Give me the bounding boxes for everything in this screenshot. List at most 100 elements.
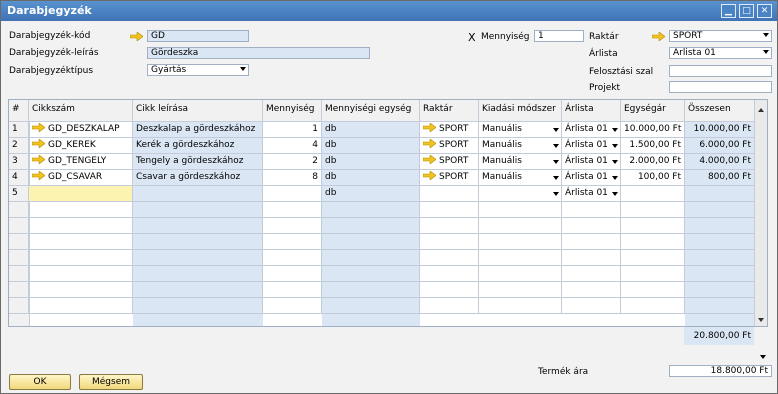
cell-uom[interactable] [322, 202, 420, 218]
minimize-icon[interactable]: ▁ [721, 4, 736, 18]
cell-item[interactable] [29, 186, 133, 202]
cell-total[interactable] [685, 282, 755, 298]
col-header-price[interactable]: Egységár [621, 100, 685, 122]
scroll-down-icon[interactable] [758, 318, 764, 322]
link-arrow-icon[interactable] [422, 154, 437, 165]
col-header-desc[interactable]: Cikk leírása [133, 100, 263, 122]
desc-field[interactable]: Gördeszka [147, 47, 370, 59]
cell-wh[interactable]: SPORT [420, 122, 479, 138]
link-arrow-icon[interactable] [31, 122, 46, 133]
cell-price[interactable] [621, 250, 685, 266]
cell-uom[interactable] [322, 218, 420, 234]
cell-pl[interactable] [562, 298, 621, 314]
col-header-qty[interactable]: Mennyiség [263, 100, 322, 122]
col-header-uom[interactable]: Mennyiségi egység [322, 100, 420, 122]
cell-pl[interactable] [562, 234, 621, 250]
cell-wh[interactable] [420, 266, 479, 282]
cell-total[interactable]: 4.000,00 Ft [685, 154, 755, 170]
cell-uom[interactable]: db [322, 122, 420, 138]
cell-item[interactable] [29, 298, 133, 314]
scroll-up-icon[interactable] [758, 108, 764, 112]
link-arrow-icon[interactable] [31, 138, 46, 149]
cell-method[interactable] [479, 234, 562, 250]
cell-item[interactable] [29, 250, 133, 266]
cell-item[interactable] [29, 234, 133, 250]
qty-field[interactable]: 1 [534, 30, 584, 42]
ok-button[interactable]: OK [9, 374, 71, 390]
cell-desc[interactable]: Kerék a gördeszkához [133, 138, 263, 154]
cell-uom[interactable] [322, 234, 420, 250]
cell-desc[interactable] [133, 266, 263, 282]
cell-price[interactable] [621, 266, 685, 282]
cell-pl[interactable]: Árlista 01 [562, 170, 621, 186]
cell-uom[interactable]: db [322, 170, 420, 186]
cell-qty[interactable] [263, 186, 322, 202]
cell-desc[interactable] [133, 234, 263, 250]
cell-item[interactable]: GD_KEREK [29, 138, 133, 154]
cell-desc[interactable]: Tengely a gördeszkához [133, 154, 263, 170]
cell-qty[interactable]: 4 [263, 138, 322, 154]
cell-wh[interactable]: SPORT [420, 170, 479, 186]
cell-desc[interactable]: Deszkalap a gördeszkához [133, 122, 263, 138]
cell-desc[interactable] [133, 282, 263, 298]
cell-item[interactable]: GD_TENGELY [29, 154, 133, 170]
cell-total[interactable] [685, 266, 755, 282]
cell-qty[interactable] [263, 298, 322, 314]
cell-method[interactable] [479, 282, 562, 298]
chevron-down-icon[interactable] [553, 144, 559, 148]
cell-price[interactable]: 100,00 Ft [621, 170, 685, 186]
cell-method[interactable] [479, 202, 562, 218]
cell-uom[interactable]: db [322, 186, 420, 202]
cell-uom[interactable] [322, 266, 420, 282]
cell-qty[interactable] [263, 234, 322, 250]
cell-method[interactable] [479, 266, 562, 282]
cell-total[interactable] [685, 202, 755, 218]
cell-uom[interactable]: db [322, 138, 420, 154]
cell-qty[interactable] [263, 250, 322, 266]
link-arrow-icon[interactable] [422, 122, 437, 133]
cell-qty[interactable] [263, 202, 322, 218]
chevron-down-icon[interactable] [760, 355, 766, 359]
cell-qty[interactable]: 2 [263, 154, 322, 170]
link-arrow-icon[interactable] [130, 32, 143, 41]
product-price-field[interactable]: 18.800,00 Ft [669, 365, 772, 377]
cell-method[interactable]: Manuális [479, 138, 562, 154]
cell-uom[interactable] [322, 298, 420, 314]
cell-item[interactable]: GD_DESZKALAP [29, 122, 133, 138]
cell-total[interactable] [685, 250, 755, 266]
cell-desc[interactable] [133, 218, 263, 234]
col-header-warehouse[interactable]: Raktár [420, 100, 479, 122]
col-header-item[interactable]: Cikkszám [29, 100, 133, 122]
chevron-down-icon[interactable] [553, 128, 559, 132]
cell-qty[interactable]: 1 [263, 122, 322, 138]
cell-pl[interactable]: Árlista 01 [562, 138, 621, 154]
cell-wh[interactable] [420, 202, 479, 218]
type-select[interactable]: Gyártás [147, 64, 249, 76]
cancel-button[interactable]: Mégsem [79, 374, 143, 390]
close-icon[interactable]: ✕ [757, 4, 772, 18]
cell-pl[interactable] [562, 282, 621, 298]
cell-qty[interactable] [263, 266, 322, 282]
cell-method[interactable]: Manuális [479, 154, 562, 170]
cell-wh[interactable] [420, 250, 479, 266]
cell-pl[interactable]: Árlista 01 [562, 122, 621, 138]
col-header-total[interactable]: Összesen [685, 100, 755, 122]
cell-desc[interactable] [133, 298, 263, 314]
chevron-down-icon[interactable] [553, 176, 559, 180]
cell-uom[interactable] [322, 250, 420, 266]
cell-qty[interactable]: 8 [263, 170, 322, 186]
chevron-down-icon[interactable] [612, 144, 618, 148]
maximize-icon[interactable]: □ [739, 4, 754, 18]
cell-method[interactable]: Manuális [479, 170, 562, 186]
cell-uom[interactable] [322, 282, 420, 298]
cell-total[interactable]: 6.000,00 Ft [685, 138, 755, 154]
cell-desc[interactable]: Csavar a gördeszkához [133, 170, 263, 186]
cell-pl[interactable]: Árlista 01 [562, 186, 621, 202]
cell-qty[interactable] [263, 282, 322, 298]
cell-price[interactable] [621, 298, 685, 314]
col-header-method[interactable]: Kiadási módszer [479, 100, 562, 122]
chevron-down-icon[interactable] [612, 176, 618, 180]
cell-item[interactable]: GD_CSAVAR [29, 170, 133, 186]
cell-item[interactable] [29, 218, 133, 234]
cell-total[interactable] [685, 218, 755, 234]
